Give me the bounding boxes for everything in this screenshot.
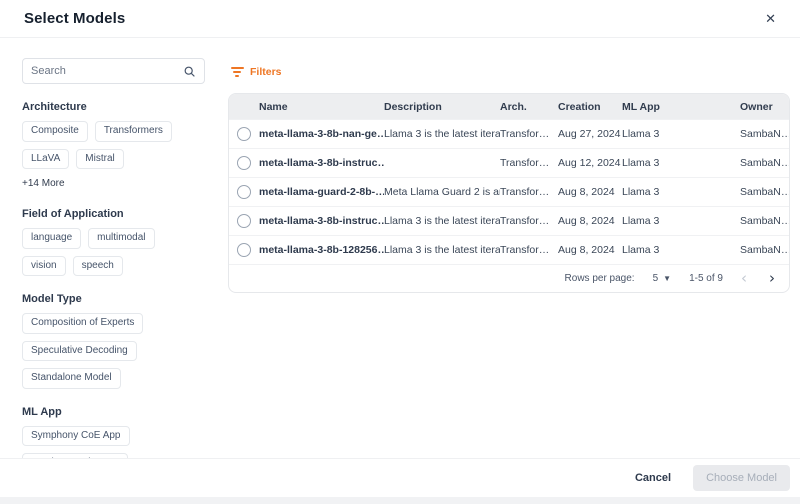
rows-per-page-select[interactable]: 5 ▼ — [653, 273, 671, 284]
filter-chip[interactable]: speech — [73, 256, 123, 277]
table-row: meta-llama-guard-2-8b-… Meta Llama Guard… — [229, 177, 789, 206]
cell-creation: Aug 12, 2024 — [558, 157, 622, 169]
cell-name: meta-llama-3-8b-instruc… — [259, 157, 384, 169]
models-table: Name Description Arch. Creation ML App O… — [228, 93, 790, 293]
cancel-button[interactable]: Cancel — [631, 466, 675, 490]
row-radio-button[interactable] — [237, 185, 251, 199]
backdrop — [0, 497, 800, 504]
filter-chip[interactable]: vision — [22, 256, 66, 277]
filter-section-model-type: Model Type Composition of Experts Specul… — [22, 293, 205, 389]
cell-creation: Aug 8, 2024 — [558, 244, 622, 256]
pagination-range: 1-5 of 9 — [689, 273, 723, 284]
filter-section-ml-app: ML App Symphony CoE App Samba 1 Turbo Ap… — [22, 406, 205, 459]
table-row: meta-llama-3-8b-128256… Llama 3 is the l… — [229, 235, 789, 264]
cell-owner: SambaN… — [740, 215, 789, 227]
column-header-name: Name — [259, 101, 384, 113]
cell-ml-app: Llama 3 — [622, 186, 740, 198]
previous-page-icon[interactable]: ‹ — [741, 271, 747, 286]
dialog-header: Select Models ✕ — [0, 0, 800, 38]
show-more-link[interactable]: +14 More — [22, 178, 65, 189]
filter-chip[interactable]: Transformers — [95, 121, 172, 142]
section-label: Field of Application — [22, 208, 205, 220]
filter-chip[interactable]: LLaVA — [22, 149, 69, 170]
filter-chip[interactable]: Speculative Decoding — [22, 341, 137, 362]
filter-chip[interactable]: Symphony CoE App — [22, 426, 130, 447]
table-header-row: Name Description Arch. Creation ML App O… — [229, 94, 789, 119]
row-radio-button[interactable] — [237, 243, 251, 257]
section-label: ML App — [22, 406, 205, 418]
select-models-dialog: Select Models ✕ Architecture Composite T… — [0, 0, 800, 497]
cell-description: Llama 3 is the latest itera… — [384, 215, 500, 227]
chevron-down-icon: ▼ — [663, 274, 671, 283]
filters-label: Filters — [250, 66, 282, 78]
table-row: meta-llama-3-8b-nan-ge… Llama 3 is the l… — [229, 119, 789, 148]
cell-arch: Transfor… — [500, 128, 558, 140]
section-label: Model Type — [22, 293, 205, 305]
next-page-icon[interactable]: › — [769, 271, 775, 286]
filter-funnel-icon — [230, 67, 244, 77]
table-row: meta-llama-3-8b-instruc… Transfor… Aug 1… — [229, 148, 789, 177]
cell-name: meta-llama-3-8b-instruc… — [259, 215, 384, 227]
cell-description: Llama 3 is the latest itera… — [384, 244, 500, 256]
cell-description: Llama 3 is the latest itera… — [384, 128, 500, 140]
table-pagination: Rows per page: 5 ▼ 1-5 of 9 ‹ › — [229, 264, 789, 292]
dialog-body: Architecture Composite Transformers LLaV… — [0, 38, 800, 458]
cell-owner: SambaN… — [740, 157, 789, 169]
filter-chip[interactable]: Composite — [22, 121, 88, 142]
cell-arch: Transfor… — [500, 157, 558, 169]
model-table-area: Filters Name Description Arch. Creation … — [228, 58, 790, 458]
filter-chip[interactable]: multimodal — [88, 228, 154, 249]
cell-creation: Aug 8, 2024 — [558, 186, 622, 198]
filter-chip[interactable]: Composition of Experts — [22, 313, 143, 334]
column-header-description: Description — [384, 101, 500, 113]
page-title: Select Models — [24, 10, 125, 27]
table-row: meta-llama-3-8b-instruc… Llama 3 is the … — [229, 206, 789, 235]
cell-arch: Transfor… — [500, 215, 558, 227]
cell-arch: Transfor… — [500, 186, 558, 198]
cell-arch: Transfor… — [500, 244, 558, 256]
section-label: Architecture — [22, 101, 205, 113]
search-box — [22, 58, 205, 84]
filter-section-architecture: Architecture Composite Transformers LLaV… — [22, 101, 205, 191]
cell-ml-app: Llama 3 — [622, 157, 740, 169]
column-header-arch: Arch. — [500, 101, 558, 113]
close-icon[interactable]: ✕ — [761, 8, 780, 29]
cell-owner: SambaN… — [740, 186, 789, 198]
row-radio-button[interactable] — [237, 214, 251, 228]
cell-name: meta-llama-3-8b-128256… — [259, 244, 384, 256]
row-radio-button[interactable] — [237, 156, 251, 170]
cell-ml-app: Llama 3 — [622, 215, 740, 227]
filter-chip[interactable]: language — [22, 228, 81, 249]
cell-name: meta-llama-guard-2-8b-… — [259, 186, 384, 198]
rows-per-page-label: Rows per page: — [565, 273, 635, 284]
filter-sidebar: Architecture Composite Transformers LLaV… — [22, 58, 205, 458]
cell-owner: SambaN… — [740, 244, 789, 256]
filter-chip[interactable]: Standalone Model — [22, 368, 121, 389]
cell-creation: Aug 8, 2024 — [558, 215, 622, 227]
cell-description: Meta Llama Guard 2 is an … — [384, 186, 500, 198]
cell-ml-app: Llama 3 — [622, 128, 740, 140]
cell-ml-app: Llama 3 — [622, 244, 740, 256]
cell-name: meta-llama-3-8b-nan-ge… — [259, 128, 384, 140]
column-header-creation: Creation — [558, 101, 622, 113]
search-input[interactable] — [31, 65, 183, 77]
rows-per-page-value: 5 — [653, 273, 659, 284]
choose-model-button[interactable]: Choose Model — [693, 465, 790, 491]
filter-chip[interactable]: Mistral — [76, 149, 123, 170]
search-icon — [183, 65, 196, 78]
column-header-owner: Owner — [740, 101, 789, 113]
row-radio-button[interactable] — [237, 127, 251, 141]
cell-owner: SambaN… — [740, 128, 789, 140]
filter-section-field-of-application: Field of Application language multimodal… — [22, 208, 205, 276]
dialog-footer: Cancel Choose Model — [0, 458, 800, 497]
cell-creation: Aug 27, 2024 — [558, 128, 622, 140]
filters-button[interactable]: Filters — [228, 64, 284, 80]
column-header-ml-app: ML App — [622, 101, 740, 113]
